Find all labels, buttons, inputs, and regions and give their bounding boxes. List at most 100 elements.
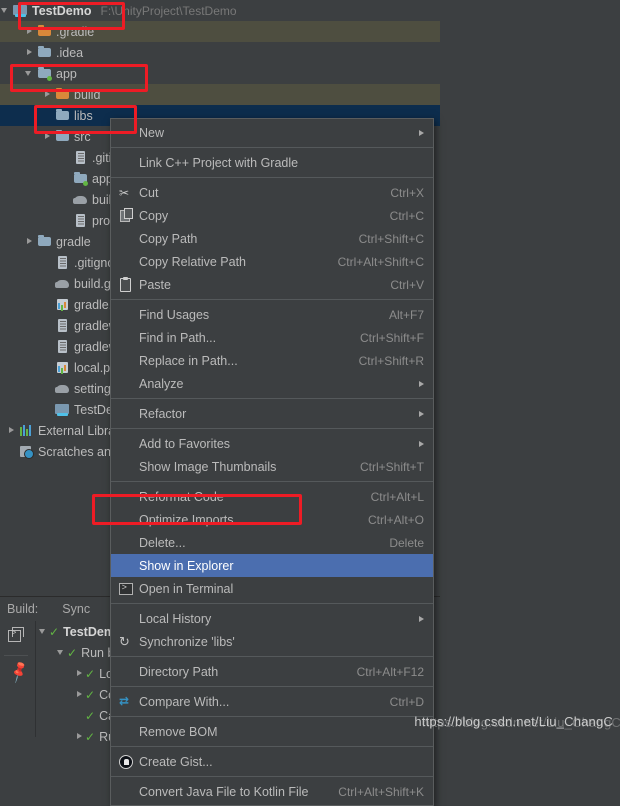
menu-item-shortcut: Ctrl+C bbox=[389, 208, 424, 223]
menu-item[interactable]: Show in Explorer bbox=[111, 554, 433, 577]
menu-item[interactable]: Directory Path Ctrl+Alt+F12 bbox=[111, 660, 433, 683]
chevron-down-icon[interactable] bbox=[38, 626, 49, 637]
menu-item[interactable]: Find Usages Alt+F7 bbox=[111, 303, 433, 326]
menu-item[interactable]: ⇄ Compare With... Ctrl+D bbox=[111, 690, 433, 713]
success-check-icon: ✓ bbox=[85, 666, 96, 681]
menu-item-label: Analyze bbox=[139, 376, 184, 391]
menu-item-label: Optimize Imports bbox=[139, 512, 234, 527]
menu-item[interactable]: Analyze bbox=[111, 372, 433, 395]
menu-item-icon-slot bbox=[117, 436, 135, 452]
module-folder-icon bbox=[73, 171, 88, 186]
file-icon bbox=[55, 318, 70, 333]
menu-item[interactable]: Copy Ctrl+C bbox=[111, 204, 433, 227]
submenu-arrow-icon bbox=[419, 380, 424, 387]
tree-row-label: .idea bbox=[56, 45, 84, 60]
menu-item[interactable]: ↻ Synchronize 'libs' bbox=[111, 630, 433, 653]
pin-icon[interactable]: 📌 bbox=[6, 660, 29, 683]
chevron-down-icon[interactable] bbox=[24, 68, 35, 79]
menu-item-shortcut: Ctrl+Alt+O bbox=[367, 512, 424, 527]
restore-layout-icon[interactable] bbox=[8, 627, 28, 647]
menu-item-shortcut: Ctrl+Shift+R bbox=[358, 353, 424, 368]
menu-item-label: Reformat Code bbox=[139, 489, 224, 504]
menu-item[interactable]: Find in Path... Ctrl+Shift+F bbox=[111, 326, 433, 349]
tree-row[interactable]: .idea bbox=[0, 42, 440, 63]
menu-item-label: Synchronize 'libs' bbox=[139, 634, 235, 649]
paste-icon bbox=[117, 276, 135, 293]
tree-row[interactable]: app bbox=[0, 63, 440, 84]
menu-item-icon-slot bbox=[117, 611, 135, 627]
cut-icon: ✂ bbox=[119, 185, 130, 200]
chevron-right-icon[interactable] bbox=[24, 47, 35, 58]
menu-item[interactable]: Replace in Path... Ctrl+Shift+R bbox=[111, 349, 433, 372]
menu-item-label: Copy Relative Path bbox=[139, 254, 247, 269]
menu-item-label: Local History bbox=[139, 611, 212, 626]
menu-item[interactable]: Delete... Delete bbox=[111, 531, 433, 554]
menu-item-label: Refactor bbox=[139, 406, 187, 421]
menu-item-icon-slot bbox=[117, 459, 135, 475]
build-panel-tab-sync[interactable]: Sync bbox=[62, 602, 90, 616]
chevron-right-icon[interactable] bbox=[6, 425, 17, 436]
menu-item-label: Copy bbox=[139, 208, 169, 223]
tree-row-label: gradle bbox=[56, 234, 91, 249]
menu-separator bbox=[111, 656, 433, 657]
chevron-right-icon[interactable] bbox=[42, 131, 53, 142]
folder-orange-icon bbox=[37, 24, 52, 39]
menu-item[interactable]: Show Image Thumbnails Ctrl+Shift+T bbox=[111, 455, 433, 478]
chevron-right-icon[interactable] bbox=[74, 731, 85, 742]
menu-item-label: New bbox=[139, 125, 165, 140]
menu-item[interactable]: New bbox=[111, 121, 433, 144]
tree-root-row[interactable]: TestDemo F:\UnityProject\TestDemo bbox=[0, 0, 440, 21]
tree-row-label: app bbox=[56, 66, 77, 81]
project-module-icon bbox=[55, 402, 70, 417]
menu-item[interactable]: Add to Favorites bbox=[111, 432, 433, 455]
menu-item[interactable]: ✂ Cut Ctrl+X bbox=[111, 181, 433, 204]
file-icon bbox=[73, 150, 88, 165]
chevron-down-icon[interactable] bbox=[0, 5, 11, 16]
menu-item[interactable]: Reformat Code Ctrl+Alt+L bbox=[111, 485, 433, 508]
menu-item[interactable]: Remove BOM bbox=[111, 720, 433, 743]
menu-item-shortcut: Alt+F7 bbox=[388, 307, 424, 322]
chevron-right-icon[interactable] bbox=[42, 89, 53, 100]
menu-item-label: Add to Favorites bbox=[139, 436, 231, 451]
chevron-right-icon[interactable] bbox=[74, 689, 85, 700]
chevron-right-icon[interactable] bbox=[24, 236, 35, 247]
tree-row[interactable]: build bbox=[0, 84, 440, 105]
menu-item[interactable]: Create Gist... bbox=[111, 750, 433, 773]
tree-row[interactable]: .gradle bbox=[0, 21, 440, 42]
menu-item[interactable]: Copy Relative Path Ctrl+Alt+Shift+C bbox=[111, 250, 433, 273]
menu-item[interactable]: Optimize Imports Ctrl+Alt+O bbox=[111, 508, 433, 531]
menu-item-label: Replace in Path... bbox=[139, 353, 238, 368]
menu-item-label: Find Usages bbox=[139, 307, 210, 322]
chevron-right-icon[interactable] bbox=[74, 668, 85, 679]
folder-icon bbox=[37, 234, 52, 249]
chevron-down-icon[interactable] bbox=[56, 647, 67, 658]
menu-item-label: Paste bbox=[139, 277, 171, 292]
menu-item-icon-slot bbox=[117, 155, 135, 171]
menu-item[interactable]: Open in Terminal bbox=[111, 577, 433, 600]
menu-item-shortcut: Ctrl+Alt+Shift+C bbox=[337, 254, 424, 269]
menu-item[interactable]: Link C++ Project with Gradle bbox=[111, 151, 433, 174]
menu-item-icon-slot bbox=[117, 353, 135, 369]
chevron-right-icon[interactable] bbox=[24, 26, 35, 37]
menu-item[interactable]: Copy Path Ctrl+Shift+C bbox=[111, 227, 433, 250]
menu-item[interactable]: Convert Java File to Kotlin File Ctrl+Alt… bbox=[111, 780, 433, 803]
folder-icon bbox=[55, 108, 70, 123]
menu-item[interactable]: Local History bbox=[111, 607, 433, 630]
external-libraries-icon bbox=[19, 423, 34, 438]
context-menu[interactable]: New Link C++ Project with Gradle ✂ Cut Ctrl+… bbox=[110, 118, 434, 806]
menu-item-label: Remove BOM bbox=[139, 724, 218, 739]
success-check-icon: ✓ bbox=[67, 645, 78, 660]
success-check-icon: ✓ bbox=[49, 624, 60, 639]
menu-item-label: Link C++ Project with Gradle bbox=[139, 155, 299, 170]
menu-item[interactable]: Refactor bbox=[111, 402, 433, 425]
menu-item-icon-slot bbox=[117, 512, 135, 528]
menu-item-shortcut: Ctrl+X bbox=[390, 185, 424, 200]
menu-item[interactable]: Paste Ctrl+V bbox=[111, 273, 433, 296]
